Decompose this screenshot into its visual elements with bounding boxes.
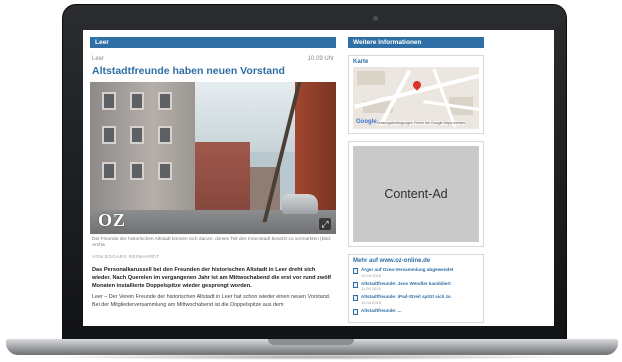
photo-window (158, 92, 172, 110)
oz-watermark-logo: OZ (98, 210, 127, 230)
photo-window (158, 126, 172, 144)
list-item-date: 11.04.2015 (361, 286, 381, 291)
camera-icon (373, 16, 378, 21)
document-icon (353, 308, 358, 315)
list-item-date: 14.04.2015 (361, 299, 382, 305)
photo-caption: Die Freunde der historischen Altstadt kö… (92, 237, 332, 248)
photo-window (102, 92, 116, 110)
list-item[interactable]: Ärger auf Oxea-Versammlung abgewendet 10… (353, 267, 479, 278)
map-block (357, 71, 385, 85)
list-item-date: 10.04.2015 (361, 272, 382, 278)
content-ad[interactable]: Content-Ad (353, 146, 479, 242)
list-item[interactable]: Altstadtfreunde: ... (353, 308, 479, 315)
list-item-text: Altstadtfreunde: ... (361, 308, 402, 315)
map-terms-link[interactable]: Nutzungsbedingungen Fehler bei Google Ma… (377, 121, 466, 125)
sidebar-header: Weitere Informationen (348, 37, 484, 48)
more-panel: Mehr auf www.oz-online.de Ärger auf Oxea… (348, 254, 484, 323)
photo-car (282, 194, 318, 214)
article-meta: Leer 10.09 Uhr (92, 56, 334, 62)
browser-screen: Leer Leer 10.09 Uhr Altstadtfreunde habe… (83, 30, 554, 326)
list-item-title[interactable]: Altstadtfreunde: ... (361, 308, 402, 314)
list-item-text: Altstadtfreunde: Jens Wendler kandidiert… (361, 281, 451, 292)
document-icon (353, 295, 358, 301)
article-lead: Das Personalkarussell bei den Freunden d… (92, 267, 332, 289)
article-column: Leer Leer 10.09 Uhr Altstadtfreunde habe… (90, 37, 336, 326)
photo-window (102, 162, 116, 180)
photo-window (130, 162, 144, 180)
list-item-text: Ärger auf Oxea-Versammlung abgewendet 10… (361, 267, 453, 278)
photo-window (158, 162, 172, 180)
zoom-icon[interactable]: ⤢ (319, 218, 331, 230)
document-icon (353, 281, 358, 288)
map-widget[interactable]: Google Nutzungsbedingungen Fehler bei Go… (353, 67, 479, 129)
laptop-base-notch (268, 339, 354, 345)
google-logo: Google (356, 119, 377, 125)
list-item[interactable]: Altstadtfreunde: iPad-Streit spitzt sich… (353, 294, 479, 305)
map-title: Karte (353, 59, 369, 65)
article-body: Leer – Der Verein Freunde der historisch… (92, 294, 331, 308)
laptop-mockup: Leer Leer 10.09 Uhr Altstadtfreunde habe… (0, 0, 622, 362)
article-headline: Altstadtfreunde haben neuen Vorstand (92, 65, 285, 77)
photo-window (130, 126, 144, 144)
article-photo[interactable]: OZ ⤢ (90, 82, 336, 234)
photo-window (130, 92, 144, 110)
article-byline: VON EDGARS REINHARDT (92, 255, 160, 260)
list-item-text: Altstadtfreunde: iPad-Streit spitzt sich… (361, 294, 451, 305)
section-header[interactable]: Leer (90, 37, 336, 48)
content-ad-label: Content-Ad (384, 187, 448, 201)
article-time: 10.09 Uhr (307, 56, 334, 62)
ad-panel: Content-Ad (348, 141, 484, 247)
sidebar: Weitere Informationen Karte Google Nutzu… (348, 37, 484, 326)
article-location: Leer (92, 56, 105, 62)
map-panel: Karte Google Nutzungsbedingungen Fehler … (348, 55, 484, 134)
list-item[interactable]: Altstadtfreunde: Jens Wendler kandidiert… (353, 281, 479, 292)
more-title[interactable]: Mehr auf www.oz-online.de (349, 255, 483, 266)
more-list: Ärger auf Oxea-Versammlung abgewendet 10… (349, 266, 483, 322)
photo-window (102, 126, 116, 144)
document-icon (353, 268, 358, 274)
